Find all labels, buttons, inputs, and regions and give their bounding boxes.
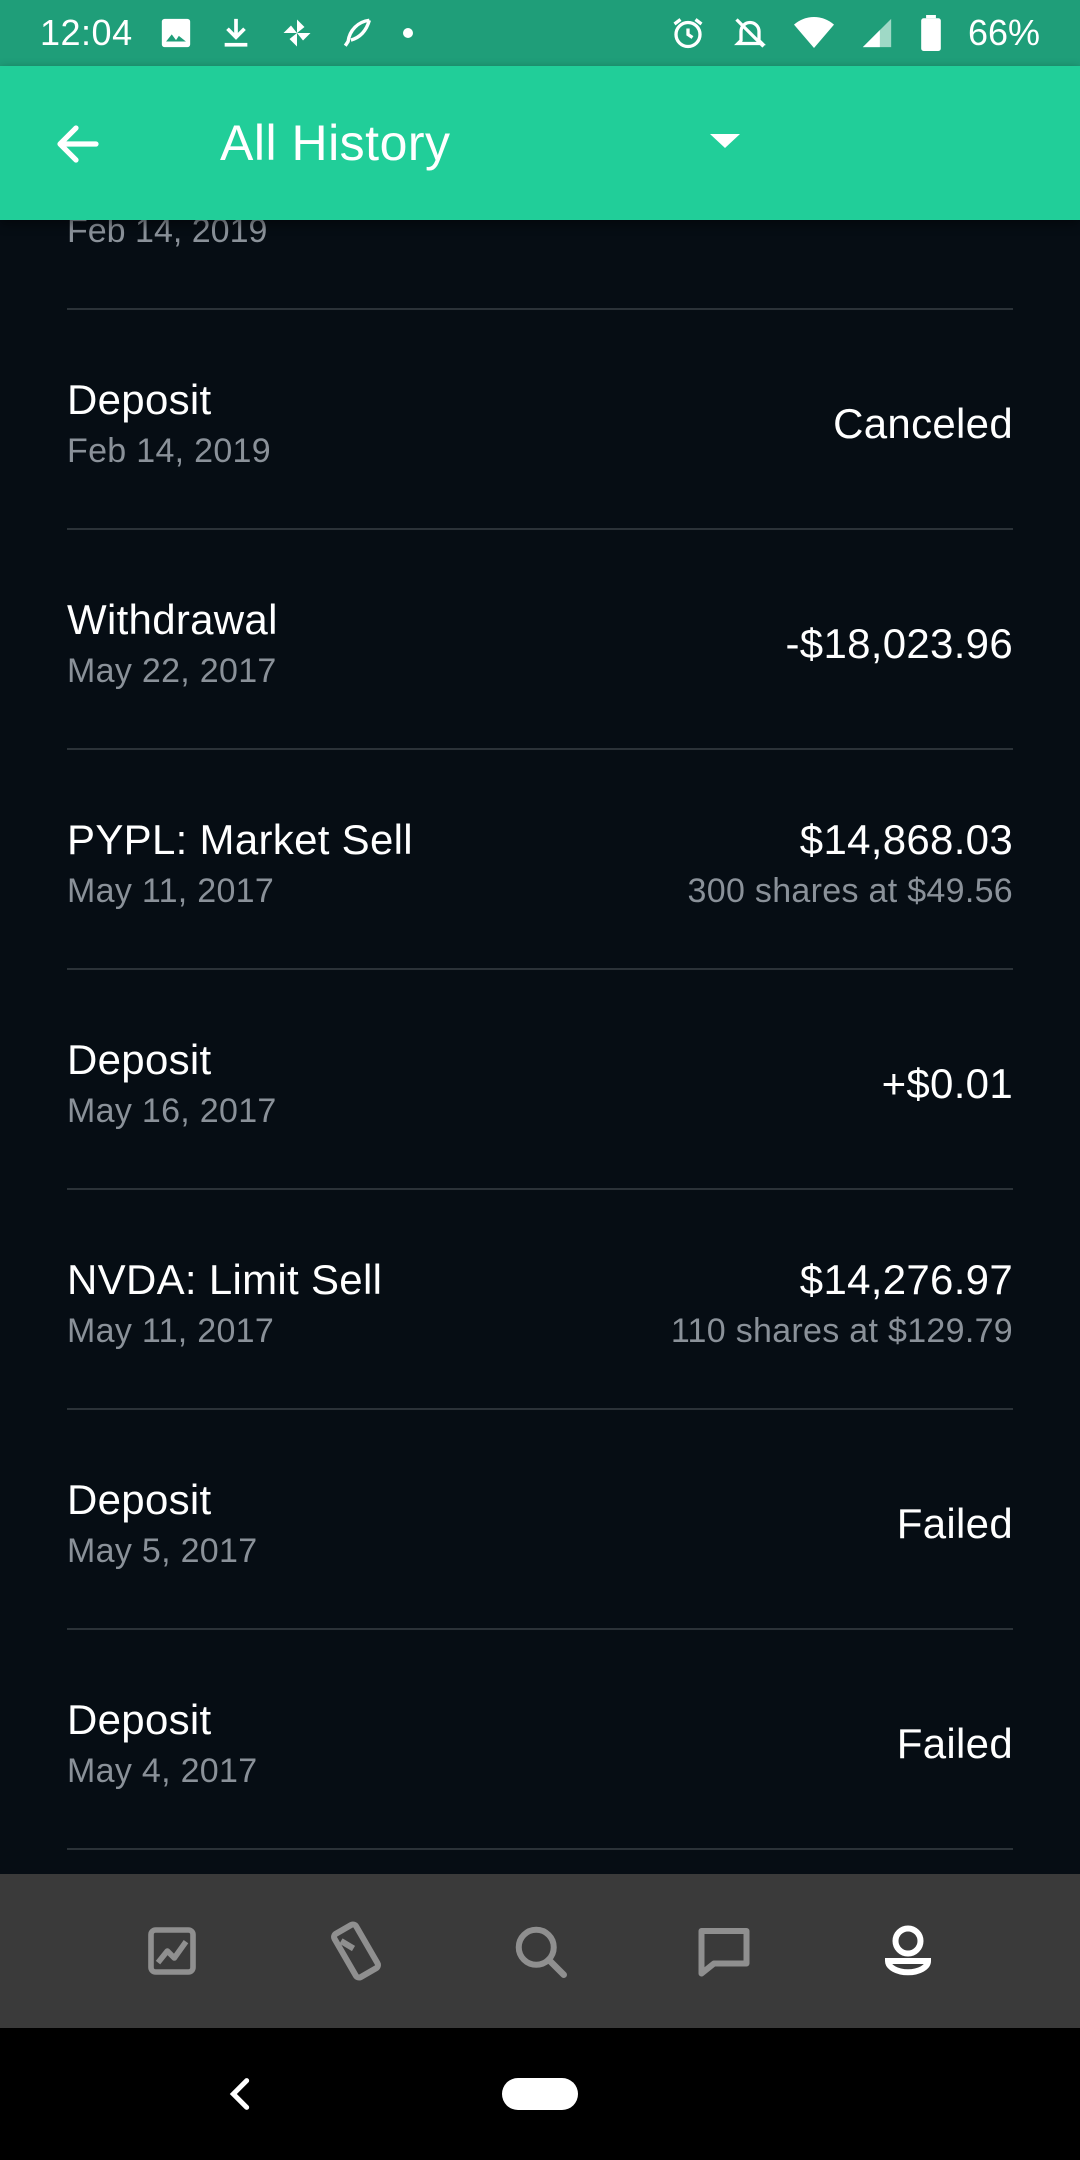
download-icon (219, 16, 253, 50)
system-nav-bar (0, 2028, 1080, 2160)
caret-down-icon (710, 134, 740, 148)
battery-icon (920, 15, 942, 51)
signal-icon (860, 16, 894, 50)
history-filter-dropdown[interactable]: All History (220, 106, 740, 180)
row-date: May 16, 2017 (67, 1092, 277, 1130)
nav-portfolio[interactable] (122, 1901, 222, 2001)
image-icon (159, 16, 193, 50)
dot-icon (401, 26, 415, 40)
history-row[interactable]: Withdrawal May 22, 2017 -$18,023.96 (67, 530, 1013, 750)
row-status: Failed (896, 1500, 1013, 1547)
row-date: May 4, 2017 (67, 1752, 258, 1790)
nav-messages[interactable] (674, 1901, 774, 2001)
history-row[interactable]: Deposit May 16, 2017 +$0.01 (67, 970, 1013, 1190)
status-right: 66% (670, 12, 1040, 54)
history-row[interactable]: NVDA: Limit Sell May 11, 2017 $14,276.97… (67, 1190, 1013, 1410)
nav-account[interactable] (858, 1901, 958, 2001)
row-amount: $14,276.97 (799, 1256, 1013, 1303)
row-date: May 11, 2017 (67, 872, 275, 910)
row-title: Deposit (67, 1696, 212, 1743)
system-back-button[interactable] (210, 2064, 270, 2124)
status-left: 12:04 (40, 12, 415, 54)
history-row[interactable]: PYPL: Market Sell May 11, 2017 $14,868.0… (67, 750, 1013, 970)
row-amount: $14,868.03 (799, 816, 1013, 863)
bell-off-icon (732, 15, 768, 51)
app-bar: All History (0, 66, 1080, 220)
history-row[interactable]: Deposit May 5, 2017 Failed (67, 1410, 1013, 1630)
row-status: Canceled (833, 400, 1013, 447)
back-button[interactable] (50, 116, 106, 172)
nav-search[interactable] (490, 1901, 590, 2001)
arrow-left-icon (57, 125, 99, 163)
system-home-button[interactable] (502, 2078, 578, 2110)
row-amount: -$18,023.96 (785, 620, 1013, 667)
chevron-left-icon (229, 2078, 250, 2110)
account-icon (884, 1925, 932, 1976)
row-title: Deposit (67, 376, 212, 423)
row-date: Feb 14, 2019 (67, 432, 271, 470)
row-title: Withdrawal (67, 596, 278, 643)
row-date: May 11, 2017 (67, 1312, 275, 1350)
feather-icon (341, 16, 375, 50)
search-icon (515, 1926, 567, 1978)
row-date: May 5, 2017 (67, 1532, 258, 1570)
pinwheel-icon (279, 15, 315, 51)
chart-icon (148, 1927, 196, 1975)
row-amount: +$0.01 (881, 1060, 1013, 1107)
card-icon (331, 1921, 381, 1981)
nav-cash[interactable] (306, 1901, 406, 2001)
history-row[interactable]: Deposit Feb 14, 2019 Canceled (67, 310, 1013, 530)
row-status: Failed (896, 1720, 1013, 1767)
row-date: May 22, 2017 (67, 652, 277, 690)
wifi-icon (793, 16, 834, 50)
page-title: All History (220, 115, 451, 171)
row-detail: 110 shares at $129.79 (670, 1312, 1013, 1350)
status-bar: 12:04 66% (0, 0, 1080, 66)
bottom-nav (0, 1874, 1080, 2028)
chat-icon (698, 1928, 750, 1977)
status-time: 12:04 (40, 12, 133, 53)
battery-percentage: 66% (967, 12, 1040, 53)
history-row[interactable]: Deposit May 4, 2017 Failed (67, 1630, 1013, 1850)
alarm-icon (670, 15, 706, 51)
row-detail: 300 shares at $49.56 (687, 872, 1013, 910)
row-title: PYPL: Market Sell (67, 816, 413, 863)
row-title: Deposit (67, 1476, 212, 1523)
row-title: NVDA: Limit Sell (67, 1256, 383, 1303)
row-title: Deposit (67, 1036, 212, 1083)
